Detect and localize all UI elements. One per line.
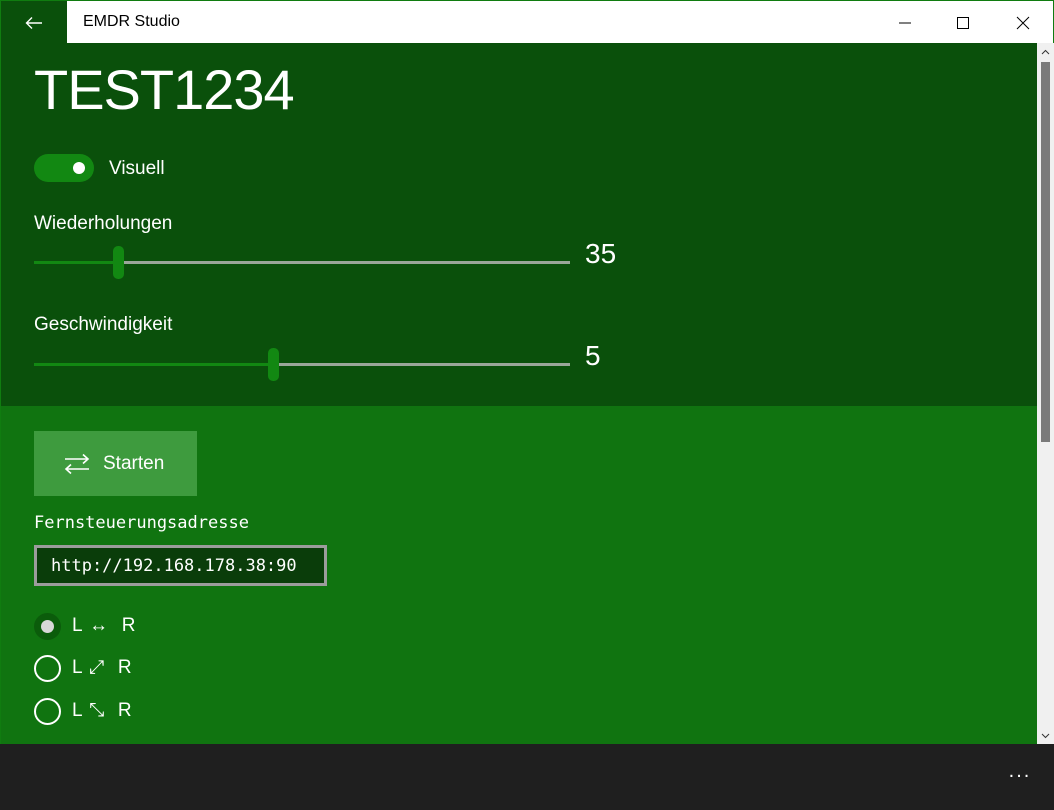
title-bar: EMDR Studio xyxy=(0,0,1054,44)
back-button[interactable] xyxy=(1,1,67,44)
direction-option-diagonal-down[interactable]: L ⤡ R xyxy=(34,697,234,725)
app-window: EMDR Studio TEST1234 Visuell Wiederholun… xyxy=(0,0,1054,810)
minimize-button[interactable] xyxy=(875,1,935,44)
vertical-scrollbar[interactable] xyxy=(1037,43,1054,744)
chevron-down-icon xyxy=(1041,733,1050,738)
page-title: TEST1234 xyxy=(34,58,295,121)
speed-label: Geschwindigkeit xyxy=(34,314,173,335)
start-button-label: Starten xyxy=(103,452,165,474)
radio-dot xyxy=(41,619,54,633)
radio-button xyxy=(34,654,61,682)
settings-panel: TEST1234 Visuell Wiederholungen 35 Gesch… xyxy=(0,43,1037,406)
speed-value: 5 xyxy=(585,340,601,371)
more-options-button[interactable]: ... xyxy=(1000,760,1040,790)
minimize-icon xyxy=(899,22,911,23)
toggle-knob xyxy=(73,162,85,174)
direction-left-label: L xyxy=(72,657,83,678)
speed-slider[interactable] xyxy=(34,348,570,381)
repetitions-slider-thumb[interactable] xyxy=(113,246,124,279)
direction-arrow-icon: ⤢ xyxy=(89,657,106,678)
repetitions-label: Wiederholungen xyxy=(34,213,173,234)
repetitions-value: 35 xyxy=(585,238,617,269)
scroll-down-button[interactable] xyxy=(1037,727,1054,744)
maximize-button[interactable] xyxy=(933,1,993,44)
scroll-up-button[interactable] xyxy=(1037,43,1054,60)
direction-arrow-icon: ↔ xyxy=(89,615,110,636)
radio-button-selected xyxy=(34,612,61,640)
scrollbar-thumb[interactable] xyxy=(1041,62,1050,442)
radio-button xyxy=(34,697,61,725)
start-button[interactable]: Starten xyxy=(34,431,197,496)
direction-left-label: L xyxy=(72,700,83,721)
maximize-icon xyxy=(957,16,969,29)
repetitions-slider-fill xyxy=(34,261,118,264)
direction-arrow-icon: ⤡ xyxy=(89,700,106,721)
speed-slider-fill xyxy=(34,363,273,366)
speed-slider-thumb[interactable] xyxy=(268,348,279,381)
direction-right-label: R xyxy=(121,615,137,636)
repetitions-slider[interactable] xyxy=(34,246,570,279)
direction-right-label: R xyxy=(117,657,133,678)
back-arrow-icon xyxy=(25,16,42,29)
swap-arrows-icon xyxy=(64,453,90,474)
visual-toggle-label: Visuell xyxy=(109,158,165,179)
direction-option-diagonal-up[interactable]: L ⤢ R xyxy=(34,654,234,682)
close-button[interactable] xyxy=(993,1,1053,44)
direction-right-label: R xyxy=(117,700,133,721)
chevron-up-icon xyxy=(1041,49,1050,54)
close-icon xyxy=(1016,16,1030,29)
command-bar: ... xyxy=(0,744,1054,810)
remote-address-input[interactable] xyxy=(34,545,327,586)
direction-left-label: L xyxy=(72,615,83,636)
control-panel: Starten Fernsteuerungsadresse L ↔ R L ⤢ … xyxy=(0,406,1037,744)
window-title: EMDR Studio xyxy=(83,13,180,30)
visual-toggle-switch[interactable] xyxy=(34,154,94,182)
direction-option-horizontal[interactable]: L ↔ R xyxy=(34,612,234,640)
remote-address-label: Fernsteuerungsadresse xyxy=(34,513,249,533)
